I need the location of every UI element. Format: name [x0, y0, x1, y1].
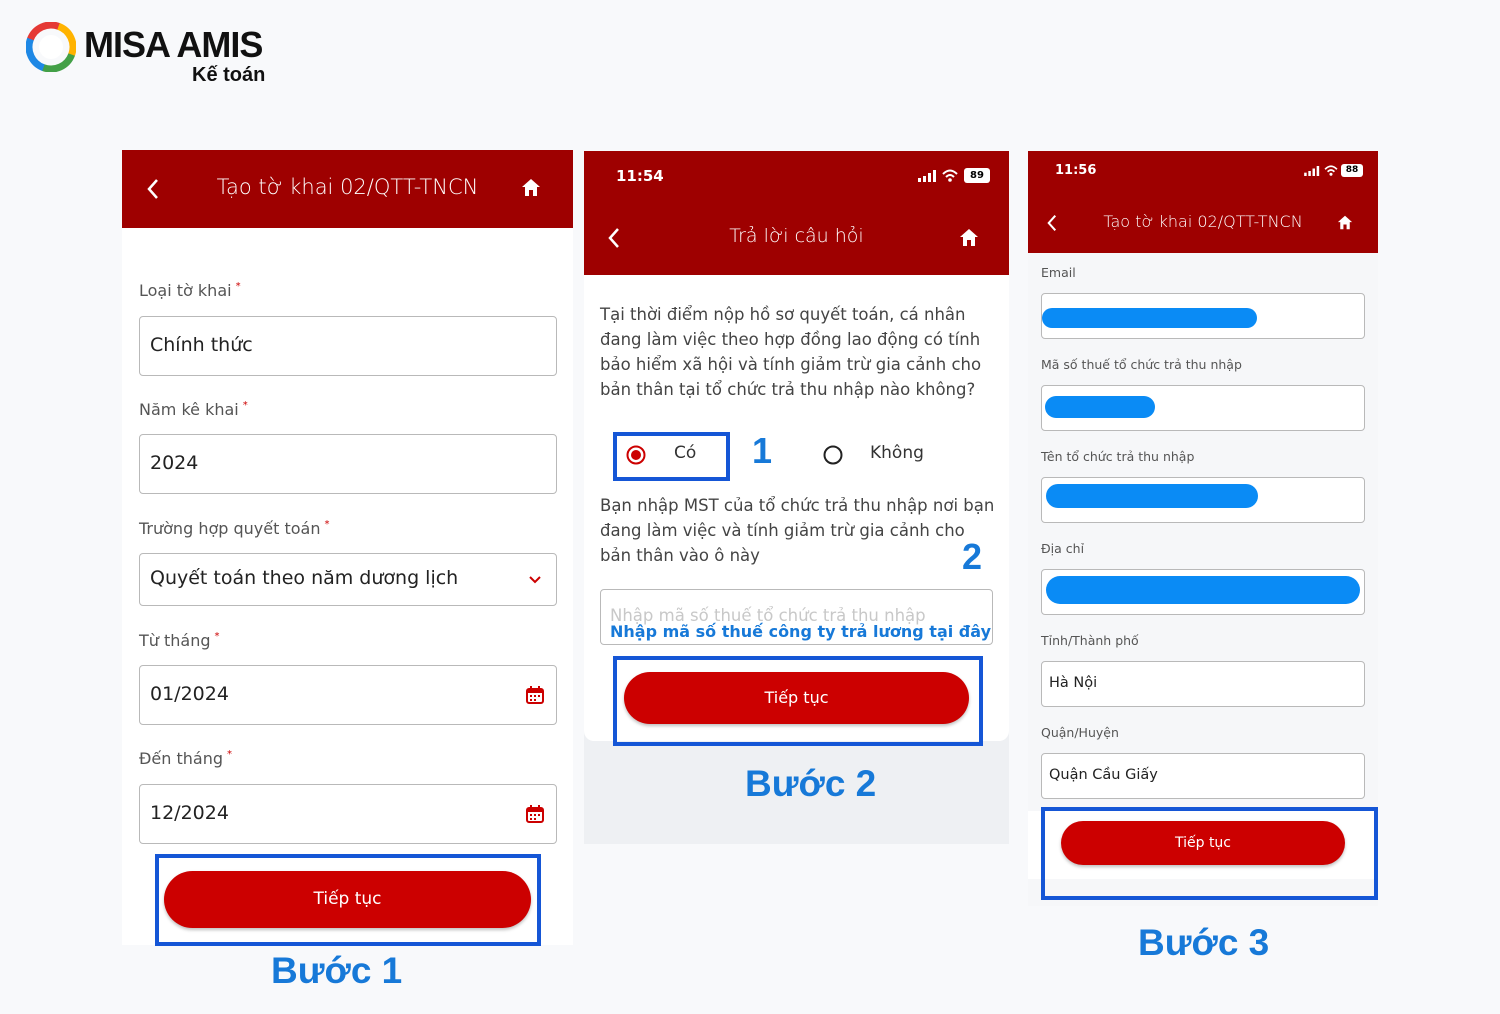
field-label-quan-huyen: Quận/Huyện	[1041, 725, 1119, 740]
step1-screen: Tạo tờ khai 02/QTT-TNCN Loại tờ khai * Ch…	[122, 150, 573, 945]
step2-header: 11:54 89 Trả lời câu hỏi	[584, 151, 1009, 275]
redacted-value	[1046, 576, 1360, 604]
field-label-ma-so-thue: Mã số thuế tổ chức trả thu nhập	[1041, 357, 1242, 372]
status-time: 11:54	[616, 167, 664, 185]
highlight-box-step3-button	[1041, 807, 1378, 900]
page-title: Tạo tờ khai 02/QTT-TNCN	[1103, 212, 1303, 231]
tu-thang-field[interactable]: 01/2024	[139, 665, 557, 725]
home-icon[interactable]	[521, 178, 541, 197]
tax-code-field[interactable]	[1041, 385, 1365, 431]
home-icon[interactable]	[959, 228, 979, 247]
field-value: 2024	[150, 452, 199, 474]
marker-1: 1	[752, 430, 773, 471]
tax-code-annotation: Nhập mã số thuế công ty trả lương tại đâ…	[610, 622, 991, 641]
misa-amis-logo: MISA AMIS Kế toán	[26, 20, 286, 90]
field-label-den-thang: Đến tháng *	[139, 749, 232, 768]
truong-hop-select[interactable]: Quyết toán theo năm dương lịch	[139, 553, 557, 606]
field-label-ten-to-chuc: Tên tổ chức trả thu nhập	[1041, 449, 1195, 464]
page-title: Trả lời câu hỏi	[729, 225, 864, 247]
logo-name: MISA AMIS	[84, 24, 263, 65]
highlight-box-step2-button	[613, 656, 983, 746]
field-label-email: Email	[1041, 265, 1076, 280]
wifi-icon	[1324, 165, 1338, 176]
misa-logo-icon	[26, 22, 76, 72]
radio-empty-icon[interactable]	[823, 445, 843, 465]
redacted-value	[1042, 308, 1257, 328]
field-label-dia-chi: Địa chỉ	[1041, 541, 1085, 556]
province-field[interactable]: Hà Nội	[1041, 661, 1365, 707]
field-label-loai-to-khai: Loại tờ khai *	[139, 281, 241, 300]
nam-ke-khai-field[interactable]: 2024	[139, 434, 557, 494]
field-value: Quyết toán theo năm dương lịch	[150, 567, 459, 589]
calendar-icon[interactable]	[526, 805, 544, 823]
field-value: 01/2024	[150, 683, 229, 705]
tax-code-input[interactable]: Nhập mã số thuế tổ chức trả thu nhập Nhậ…	[600, 589, 993, 645]
step3-screen: 11:56 88 Tạo tờ khai 02/QTT-TNCN Email M…	[1028, 151, 1378, 906]
home-icon[interactable]	[1337, 215, 1353, 230]
redacted-value	[1046, 484, 1258, 508]
page-title: Tạo tờ khai 02/QTT-TNCN	[216, 175, 479, 199]
field-value: 12/2024	[150, 802, 229, 824]
step-label-1: Bước 1	[271, 950, 403, 991]
status-bar: 11:54 89	[584, 151, 1009, 196]
step1-header: Tạo tờ khai 02/QTT-TNCN	[122, 150, 573, 228]
signal-icon	[918, 170, 936, 182]
chevron-down-icon	[529, 576, 541, 584]
instruction-text: Bạn nhập MST của tổ chức trả thu nhập nơ…	[600, 496, 995, 565]
step-label-3: Bước 3	[1138, 922, 1270, 963]
email-field[interactable]	[1041, 293, 1365, 339]
option-no-label[interactable]: Không	[870, 443, 924, 463]
field-label-nam-ke-khai: Năm kê khai *	[139, 400, 248, 419]
field-value: Quận Cầu Giấy	[1049, 767, 1158, 783]
battery-icon: 89	[964, 168, 990, 183]
field-label-tinh-thanh-pho: Tỉnh/Thành phố	[1041, 633, 1139, 648]
address-field[interactable]	[1041, 569, 1365, 615]
field-value: Hà Nội	[1049, 675, 1098, 691]
question-text: Tại thời điểm nộp hồ sơ quyết toán, cá n…	[600, 305, 982, 399]
marker-2: 2	[962, 536, 983, 577]
den-thang-field[interactable]: 12/2024	[139, 784, 557, 844]
battery-icon: 88	[1341, 164, 1363, 177]
calendar-icon[interactable]	[526, 686, 544, 704]
field-label-truong-hop: Trường hợp quyết toán *	[139, 519, 330, 538]
signal-icon	[1304, 166, 1320, 176]
field-label-tu-thang: Từ tháng *	[139, 631, 220, 650]
wifi-icon	[942, 169, 958, 182]
highlight-box-step1-button	[155, 854, 541, 946]
district-field[interactable]: Quận Cầu Giấy	[1041, 753, 1365, 799]
step3-header: 11:56 88 Tạo tờ khai 02/QTT-TNCN	[1028, 151, 1378, 253]
redacted-value	[1045, 396, 1155, 418]
status-bar: 11:56 88	[1028, 151, 1378, 191]
loai-to-khai-field[interactable]: Chính thức	[139, 316, 557, 376]
organization-name-field[interactable]	[1041, 477, 1365, 523]
step-label-2: Bước 2	[745, 763, 877, 804]
highlight-box-radio-yes	[613, 432, 730, 481]
logo-subtitle: Kế toán	[192, 64, 266, 86]
status-time: 11:56	[1055, 163, 1097, 178]
field-value: Chính thức	[150, 334, 253, 356]
